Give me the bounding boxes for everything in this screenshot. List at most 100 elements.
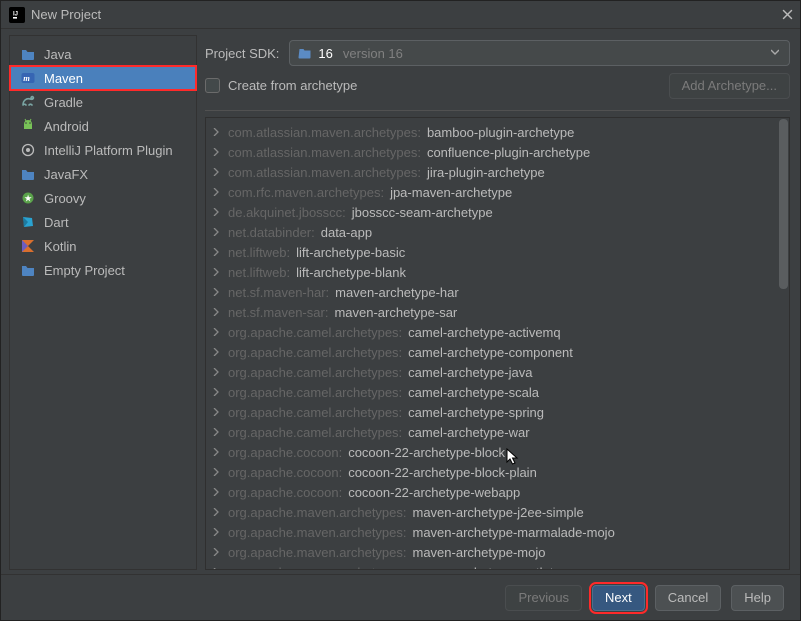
chevron-right-icon bbox=[212, 568, 222, 569]
archetype-row[interactable]: net.databinder: data-app bbox=[206, 222, 789, 242]
tree-scrollbar[interactable] bbox=[778, 119, 788, 568]
sidebar-item-dart[interactable]: Dart bbox=[10, 210, 196, 234]
project-type-sidebar: Java m Maven Gradle Android IntelliJ Platform… bbox=[9, 35, 197, 570]
archetype-row[interactable]: com.rfc.maven.archetypes:jpa-maven-arche… bbox=[206, 182, 789, 202]
archetype-prefix: net.sf.maven-har: bbox=[228, 285, 329, 300]
android-icon bbox=[20, 118, 36, 134]
archetype-name: cocoon-22-archetype-block bbox=[348, 445, 505, 460]
chevron-right-icon bbox=[212, 128, 222, 136]
archetype-row[interactable]: org.apache.maven.archetypes:maven-archet… bbox=[206, 542, 789, 562]
chevron-right-icon bbox=[212, 428, 222, 436]
create-from-archetype-checkbox[interactable] bbox=[205, 78, 220, 93]
sidebar-item-java[interactable]: Java bbox=[10, 42, 196, 66]
archetype-row[interactable]: com.atlassian.maven.archetypes:bamboo-pl… bbox=[206, 122, 789, 142]
previous-button[interactable]: Previous bbox=[505, 585, 582, 611]
sidebar-item-label: Groovy bbox=[44, 191, 86, 206]
sidebar-item-label: Android bbox=[44, 119, 89, 134]
sidebar-item-maven[interactable]: m Maven bbox=[10, 66, 196, 90]
sdk-version: version 16 bbox=[343, 46, 403, 61]
archetype-row[interactable]: com.atlassian.maven.archetypes:confluenc… bbox=[206, 142, 789, 162]
archetype-row[interactable]: org.apache.camel.archetypes: camel-archet… bbox=[206, 402, 789, 422]
archetype-prefix: org.apache.camel.archetypes: bbox=[228, 365, 402, 380]
tree-scrollbar-thumb[interactable] bbox=[779, 119, 788, 289]
archetype-row[interactable]: org.apache.camel.archetypes:camel-archet… bbox=[206, 422, 789, 442]
chevron-right-icon bbox=[212, 348, 222, 356]
sidebar-item-label: Maven bbox=[44, 71, 83, 86]
archetype-name: camel-archetype-spring bbox=[408, 405, 544, 420]
archetype-row[interactable]: org.apache.maven.archetypes:maven-archet… bbox=[206, 522, 789, 542]
archetype-name: data-app bbox=[321, 225, 372, 240]
archetype-prefix: net.databinder: bbox=[228, 225, 315, 240]
archetype-row[interactable]: org.apache.camel.archetypes:camel-archet… bbox=[206, 342, 789, 362]
archetype-name: camel-archetype-scala bbox=[408, 385, 539, 400]
main-panel: Project SDK: 16 version 16 Create from a… bbox=[199, 29, 800, 574]
archetype-prefix: com.atlassian.maven.archetypes: bbox=[228, 145, 421, 160]
archetype-row[interactable]: org.apache.cocoon: cocoon-22-archetype-we… bbox=[206, 482, 789, 502]
archetype-row[interactable]: org.apache.maven.archetypes:maven-archet… bbox=[206, 562, 789, 569]
archetype-prefix: org.apache.camel.archetypes: bbox=[228, 385, 402, 400]
sidebar-item-label: Java bbox=[44, 47, 71, 62]
archetype-row[interactable]: org.apache.camel.archetypes: camel-archet… bbox=[206, 382, 789, 402]
add-archetype-button[interactable]: Add Archetype... bbox=[669, 73, 790, 99]
archetype-prefix: de.akquinet.jbosscc: bbox=[228, 205, 346, 220]
archetype-row[interactable]: com.atlassian.maven.archetypes:jira-plug… bbox=[206, 162, 789, 182]
project-sdk-dropdown[interactable]: 16 version 16 bbox=[289, 40, 790, 66]
close-icon[interactable] bbox=[780, 8, 794, 22]
archetype-row[interactable]: org.apache.cocoon:cocoon-22-archetype-bl… bbox=[206, 442, 789, 462]
sidebar-item-label: JavaFX bbox=[44, 167, 88, 182]
archetype-name: jbosscc-seam-archetype bbox=[352, 205, 493, 220]
archetype-prefix: com.atlassian.maven.archetypes: bbox=[228, 165, 421, 180]
archetype-name: cocoon-22-archetype-webapp bbox=[348, 485, 520, 500]
chevron-right-icon bbox=[212, 548, 222, 556]
next-button[interactable]: Next bbox=[592, 585, 645, 611]
chevron-right-icon bbox=[212, 228, 222, 236]
svg-text:m: m bbox=[23, 73, 30, 83]
archetype-prefix: net.liftweb: bbox=[228, 265, 290, 280]
archetype-prefix: org.apache.camel.archetypes: bbox=[228, 405, 402, 420]
project-sdk-row: Project SDK: 16 version 16 bbox=[205, 35, 790, 71]
archetype-prefix: net.sf.maven-sar: bbox=[228, 305, 328, 320]
archetype-name: cocoon-22-archetype-block-plain bbox=[348, 465, 537, 480]
folder-blue-icon bbox=[20, 46, 36, 62]
archetype-name: maven-archetype-har bbox=[335, 285, 459, 300]
chevron-right-icon bbox=[212, 148, 222, 156]
dart-icon bbox=[20, 214, 36, 230]
archetype-row[interactable]: org.apache.maven.archetypes:maven-archet… bbox=[206, 502, 789, 522]
archetype-row[interactable]: org.apache.camel.archetypes: camel-archet… bbox=[206, 362, 789, 382]
help-button[interactable]: Help bbox=[731, 585, 784, 611]
archetype-row[interactable]: de.akquinet.jbosscc: jbosscc-seam-archety… bbox=[206, 202, 789, 222]
archetype-prefix: com.rfc.maven.archetypes: bbox=[228, 185, 384, 200]
sidebar-item-kotlin[interactable]: Kotlin bbox=[10, 234, 196, 258]
archetype-row[interactable]: net.sf.maven-sar:maven-archetype-sar bbox=[206, 302, 789, 322]
archetype-name: lift-archetype-basic bbox=[296, 245, 405, 260]
archetype-row[interactable]: net.liftweb:lift-archetype-blank bbox=[206, 262, 789, 282]
sidebar-item-empty-project[interactable]: Empty Project bbox=[10, 258, 196, 282]
archetype-prefix: org.apache.maven.archetypes: bbox=[228, 565, 407, 570]
svg-text:IJ: IJ bbox=[13, 11, 18, 17]
sidebar-item-javafx[interactable]: JavaFX bbox=[10, 162, 196, 186]
chevron-right-icon bbox=[212, 408, 222, 416]
sidebar-item-intellij-platform-plugin[interactable]: IntelliJ Platform Plugin bbox=[10, 138, 196, 162]
chevron-right-icon bbox=[212, 168, 222, 176]
archetype-row[interactable]: net.sf.maven-har: maven-archetype-har bbox=[206, 282, 789, 302]
archetype-tree-wrap: com.atlassian.maven.archetypes: bamboo-pl… bbox=[205, 117, 790, 570]
archetype-row[interactable]: org.apache.camel.archetypes:camel-archet… bbox=[206, 322, 789, 342]
sidebar-item-label: Kotlin bbox=[44, 239, 77, 254]
archetype-prefix: org.apache.camel.archetypes: bbox=[228, 425, 402, 440]
archetype-tree[interactable]: com.atlassian.maven.archetypes: bamboo-pl… bbox=[206, 118, 789, 569]
archetype-row[interactable]: org.apache.cocoon: cocoon-22-archetype-bl… bbox=[206, 462, 789, 482]
sidebar-item-android[interactable]: Android bbox=[10, 114, 196, 138]
sidebar-item-gradle[interactable]: Gradle bbox=[10, 90, 196, 114]
archetype-row[interactable]: net.liftweb:lift-archetype-basic bbox=[206, 242, 789, 262]
chevron-right-icon bbox=[212, 208, 222, 216]
chevron-right-icon bbox=[212, 328, 222, 336]
archetype-prefix: org.apache.cocoon: bbox=[228, 485, 342, 500]
create-from-archetype-row: Create from archetype Add Archetype... bbox=[205, 71, 790, 111]
archetype-name: camel-archetype-java bbox=[408, 365, 532, 380]
archetype-name: bamboo-plugin-archetype bbox=[427, 125, 574, 140]
project-sdk-label: Project SDK: bbox=[205, 46, 279, 61]
dialog-footer: Previous Next Cancel Help bbox=[1, 574, 800, 620]
sidebar-item-groovy[interactable]: ★Groovy bbox=[10, 186, 196, 210]
cancel-button[interactable]: Cancel bbox=[655, 585, 721, 611]
archetype-prefix: org.apache.cocoon: bbox=[228, 465, 342, 480]
